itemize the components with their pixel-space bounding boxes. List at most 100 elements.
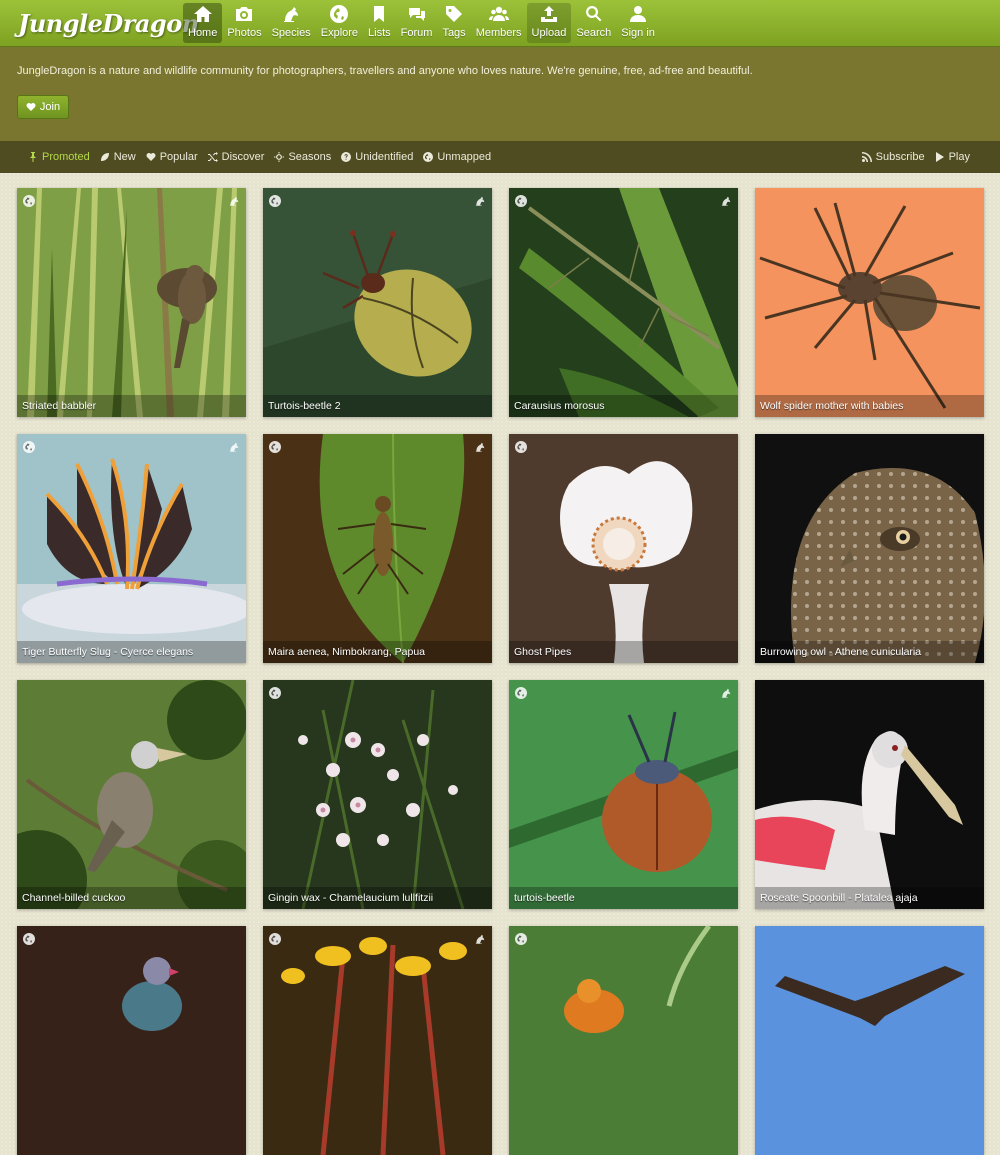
- heart-icon: [146, 153, 156, 161]
- photo-tile[interactable]: Channel-billed cuckoo: [17, 680, 246, 909]
- globe-icon: [515, 440, 527, 453]
- photo-caption: Ghost Pipes: [509, 641, 738, 663]
- nav-species[interactable]: Species: [267, 3, 316, 43]
- species-icon: [474, 932, 486, 944]
- subscribe-link[interactable]: Subscribe: [861, 151, 925, 163]
- nav-members[interactable]: Members: [471, 3, 527, 43]
- photo-caption: turtois-beetle: [509, 887, 738, 909]
- filter-unidentified[interactable]: Unidentified: [341, 151, 413, 163]
- photo-tile[interactable]: Tiger Butterfly Slug - Cyerce elegans: [17, 434, 246, 663]
- photo-image: [509, 434, 738, 663]
- nav-upload[interactable]: Upload: [526, 3, 572, 43]
- photo-tile[interactable]: Turtois-beetle 2: [263, 188, 492, 417]
- top-navbar: JungleDragon Home Photos Species Explore…: [0, 0, 1000, 47]
- leaf-icon: [100, 153, 109, 161]
- filter-discover[interactable]: Discover: [207, 151, 265, 163]
- globe-icon: [23, 440, 35, 453]
- photo-tile[interactable]: Ghost Pipes: [509, 434, 738, 663]
- heart-icon: [26, 103, 36, 111]
- site-tagline: JungleDragon is a nature and wildlife co…: [17, 65, 753, 77]
- photo-caption: Roseate Spoonbill - Platalea ajaja: [755, 887, 984, 909]
- join-button[interactable]: Join: [17, 95, 69, 119]
- rss-icon: [861, 152, 872, 162]
- filter-seasons-label: Seasons: [288, 151, 332, 163]
- photo-tile[interactable]: Gingin wax - Chamelaucium lullfitzii: [263, 680, 492, 909]
- filter-unmapped[interactable]: Unmapped: [423, 151, 491, 163]
- photo-tile[interactable]: [17, 926, 246, 1155]
- join-button-label: Join: [39, 101, 61, 113]
- nav-sign-in[interactable]: Sign in: [616, 3, 660, 43]
- user-icon: [628, 4, 648, 24]
- photo-tile[interactable]: Carausius morosus: [509, 188, 738, 417]
- species-icon: [281, 4, 301, 24]
- photo-caption: Channel-billed cuckoo: [17, 887, 246, 909]
- sun-icon: [274, 152, 285, 162]
- users-icon: [488, 4, 509, 24]
- photo-image: [17, 680, 246, 909]
- nav-home[interactable]: Home: [183, 3, 223, 43]
- nav-forum-label: Forum: [400, 27, 433, 39]
- photo-tile[interactable]: Roseate Spoonbill - Platalea ajaja: [755, 680, 984, 909]
- photo-tile[interactable]: Striated babbler: [17, 188, 246, 417]
- filter-promoted[interactable]: Promoted: [28, 151, 90, 163]
- comments-icon: [407, 4, 427, 24]
- globe-icon: [515, 932, 527, 945]
- filter-new-label: New: [113, 151, 136, 163]
- photo-caption: Carausius morosus: [509, 395, 738, 417]
- shuffle-icon: [207, 152, 218, 162]
- tag-icon: [444, 4, 464, 24]
- upload-icon: [539, 4, 559, 24]
- photo-tile[interactable]: [755, 926, 984, 1155]
- nav-forum[interactable]: Forum: [396, 3, 438, 43]
- nav-explore-label: Explore: [320, 27, 359, 39]
- photo-image: [17, 188, 246, 417]
- photo-image: [17, 926, 246, 1155]
- nav-lists-label: Lists: [368, 27, 391, 39]
- filter-seasons[interactable]: Seasons: [274, 151, 331, 163]
- photo-tile[interactable]: [263, 926, 492, 1155]
- photo-image: [755, 926, 984, 1155]
- globe-icon: [515, 686, 527, 699]
- nav-tags-label: Tags: [442, 27, 466, 39]
- photo-image: [263, 926, 492, 1155]
- globe-icon: [23, 194, 35, 207]
- globe-icon: [269, 932, 281, 945]
- nav-tags[interactable]: Tags: [437, 3, 470, 43]
- photo-caption: Striated babbler: [17, 395, 246, 417]
- site-logo[interactable]: JungleDragon: [0, 9, 199, 38]
- filter-new[interactable]: New: [100, 151, 136, 163]
- filter-tabs: Promoted New Popular Discover Seasons Un…: [28, 151, 491, 163]
- bookmark-icon: [369, 4, 389, 24]
- nav-members-label: Members: [475, 27, 522, 39]
- species-icon: [720, 686, 732, 698]
- play-icon: [935, 152, 944, 162]
- question-icon: [341, 152, 352, 162]
- filter-bar: Promoted New Popular Discover Seasons Un…: [0, 141, 1000, 173]
- photo-tile[interactable]: turtois-beetle: [509, 680, 738, 909]
- nav-explore[interactable]: Explore: [316, 3, 363, 43]
- photo-image: [755, 680, 984, 909]
- photo-caption: Burrowing owl - Athene cunicularia: [755, 641, 984, 663]
- nav-species-label: Species: [271, 27, 311, 39]
- photo-tile[interactable]: Wolf spider mother with babies: [755, 188, 984, 417]
- nav-photos[interactable]: Photos: [222, 3, 266, 43]
- filter-popular[interactable]: Popular: [146, 151, 198, 163]
- photo-image: [509, 680, 738, 909]
- photo-image: [17, 434, 246, 663]
- camera-icon: [234, 4, 254, 24]
- photo-image: [263, 680, 492, 909]
- filter-unmapped-label: Unmapped: [437, 151, 492, 163]
- photo-tile[interactable]: Maira aenea, Nimbokrang, Papua: [263, 434, 492, 663]
- play-link[interactable]: Play: [935, 151, 970, 163]
- filter-discover-label: Discover: [221, 151, 265, 163]
- photo-tile[interactable]: Burrowing owl - Athene cunicularia: [755, 434, 984, 663]
- nav-search[interactable]: Search: [571, 3, 616, 43]
- nav-lists[interactable]: Lists: [363, 3, 396, 43]
- globe-icon: [23, 932, 35, 945]
- globe-icon: [269, 194, 281, 207]
- photo-caption: Tiger Butterfly Slug - Cyerce elegans: [17, 641, 246, 663]
- play-label: Play: [948, 151, 970, 163]
- nav-sign-in-label: Sign in: [621, 27, 655, 39]
- photo-tile[interactable]: [509, 926, 738, 1155]
- nav-search-label: Search: [576, 27, 612, 39]
